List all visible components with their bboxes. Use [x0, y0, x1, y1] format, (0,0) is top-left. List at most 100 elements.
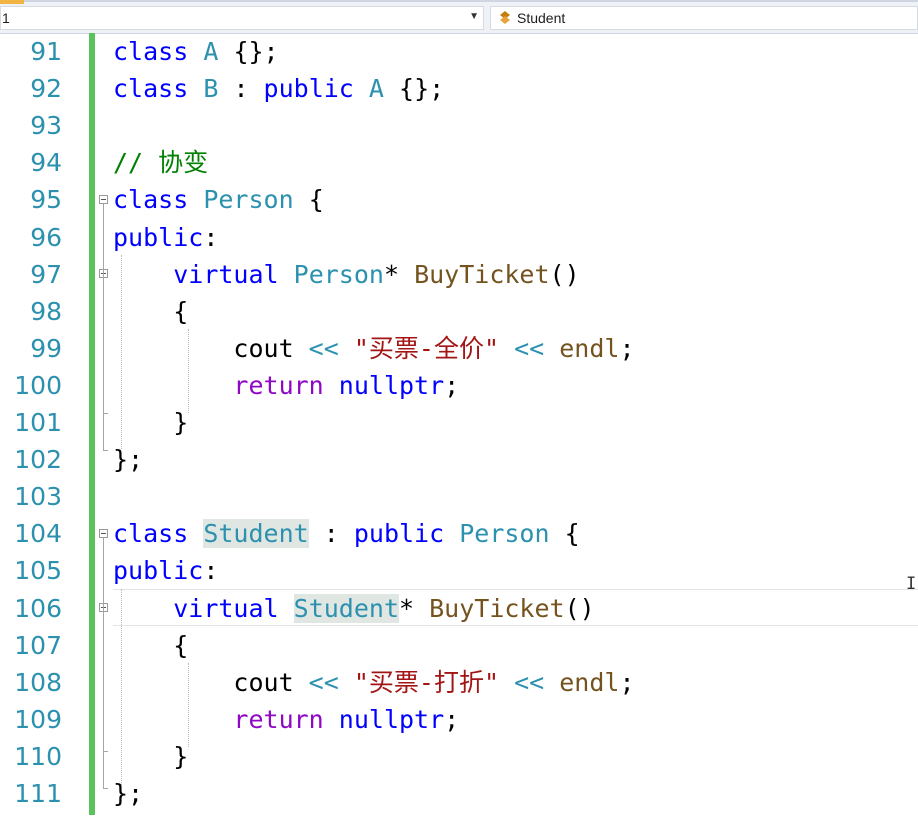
- code-token: :: [218, 74, 264, 104]
- line-number: 105: [14, 556, 62, 586]
- line-number: 93: [30, 111, 62, 141]
- code-text[interactable]: virtual Person* BuyTicket(): [113, 256, 580, 293]
- line-number: 99: [30, 333, 62, 363]
- code-text[interactable]: }: [113, 404, 188, 441]
- code-line[interactable]: 91 class A {};: [0, 33, 918, 70]
- code-token: BuyTicket: [429, 593, 565, 623]
- code-line[interactable]: 100 return nullptr;: [0, 367, 918, 404]
- code-token: class: [113, 37, 189, 66]
- code-line[interactable]: 103: [0, 478, 918, 515]
- code-line[interactable]: 97 virtual Person* BuyTicket(): [0, 256, 918, 293]
- code-token: A: [203, 37, 219, 66]
- code-line[interactable]: 111};: [0, 775, 918, 812]
- code-text[interactable]: {: [113, 627, 188, 664]
- code-text[interactable]: cout << "买票-全价" << endl;: [113, 330, 634, 367]
- code-token: return: [233, 370, 324, 400]
- code-token: {: [113, 296, 189, 326]
- line-number: 95: [30, 185, 62, 215]
- code-token: endl: [559, 667, 620, 697]
- line-number: 109: [14, 704, 62, 734]
- line-number: 94: [30, 148, 62, 178]
- code-line[interactable]: 104 class Student : public Person {: [0, 515, 918, 552]
- code-line[interactable]: 92 class B : public A {};: [0, 70, 918, 107]
- line-number: 111: [14, 779, 62, 808]
- code-line[interactable]: 96 public:: [0, 219, 918, 256]
- code-text[interactable]: class B : public A {};: [113, 70, 444, 107]
- code-token: ;: [444, 704, 460, 734]
- code-text[interactable]: // 协变: [113, 144, 208, 181]
- code-token: Student: [203, 519, 309, 549]
- code-token: <<: [308, 333, 339, 363]
- code-line[interactable]: 106 virtual Student* BuyTicket(): [0, 590, 918, 627]
- code-text[interactable]: return nullptr;: [113, 701, 459, 738]
- code-text[interactable]: class Person {: [113, 181, 324, 218]
- code-text[interactable]: class Student : public Person {: [113, 515, 580, 552]
- code-token: public: [263, 74, 354, 104]
- tab-divider: [24, 0, 918, 2]
- line-number: 104: [14, 519, 62, 549]
- code-token: public: [353, 519, 445, 549]
- code-line[interactable]: 109 return nullptr;: [0, 701, 918, 738]
- line-number: 98: [30, 296, 62, 326]
- code-token: // 协变: [113, 148, 209, 178]
- code-line[interactable]: 101 }: [0, 404, 918, 441]
- code-token: Student: [293, 593, 399, 623]
- code-text[interactable]: {: [113, 293, 188, 330]
- code-editor[interactable]: 91 class A {}; 92 class B : public A {}; 93 9…: [0, 33, 918, 820]
- code-line[interactable]: 99 cout << "买票-全价" << endl;: [0, 330, 918, 367]
- code-token: endl: [559, 333, 620, 363]
- code-line[interactable]: 98 {: [0, 293, 918, 330]
- code-token: class: [113, 519, 189, 549]
- code-token: nullptr: [338, 704, 445, 734]
- member-dropdown[interactable]: Student: [490, 6, 918, 30]
- code-text[interactable]: cout << "买票-打折" << endl;: [113, 664, 634, 701]
- code-line[interactable]: 107 {: [0, 627, 918, 664]
- code-line[interactable]: 108 cout << "买票-打折" << endl;: [0, 664, 918, 701]
- code-text[interactable]: virtual Student* BuyTicket(): [113, 590, 595, 627]
- code-line[interactable]: 105 public:: [0, 552, 918, 589]
- code-text[interactable]: public:: [113, 219, 218, 256]
- code-token: };: [113, 779, 144, 808]
- code-text[interactable]: class A {};: [113, 33, 279, 70]
- navigation-bar: 1 ▼ Student: [0, 0, 918, 34]
- code-token: BuyTicket: [414, 259, 550, 289]
- code-text[interactable]: return nullptr;: [113, 367, 459, 404]
- line-number: 103: [14, 482, 62, 512]
- code-text[interactable]: }: [113, 738, 188, 775]
- code-token: (): [549, 259, 580, 289]
- text-cursor-icon: I: [906, 574, 917, 594]
- code-text[interactable]: };: [113, 441, 143, 478]
- code-token: ;: [444, 370, 460, 400]
- code-token: {: [549, 519, 580, 549]
- line-number: 92: [30, 74, 62, 104]
- code-line[interactable]: 94 // 协变: [0, 144, 918, 181]
- line-number: 107: [14, 630, 62, 660]
- code-token: {: [293, 185, 324, 215]
- chevron-down-icon[interactable]: ▼: [469, 11, 479, 22]
- code-token: Person: [459, 519, 550, 549]
- code-token: }: [113, 741, 189, 771]
- code-line[interactable]: 102};: [0, 441, 918, 478]
- code-token: virtual: [173, 259, 279, 289]
- code-line[interactable]: 93: [0, 107, 918, 144]
- code-token: public: [113, 222, 204, 252]
- scope-dropdown[interactable]: 1 ▼: [0, 6, 484, 30]
- code-text[interactable]: public:: [113, 552, 218, 589]
- code-line[interactable]: 95 class Person {: [0, 181, 918, 218]
- code-text[interactable]: };: [113, 775, 143, 812]
- code-token: {};: [218, 37, 279, 66]
- code-line[interactable]: 110 }: [0, 738, 918, 775]
- code-token: :: [308, 519, 354, 549]
- code-token: Person: [203, 185, 294, 215]
- code-token: }: [113, 408, 189, 437]
